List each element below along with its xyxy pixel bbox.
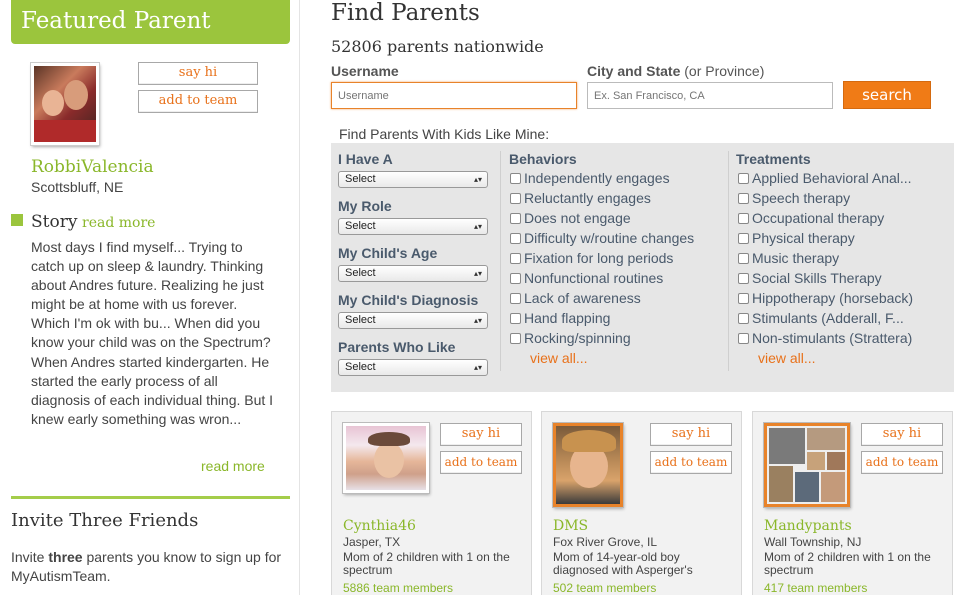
i-have-a-select[interactable]: Select ▴▾ — [338, 171, 488, 188]
story-read-more-bottom-link[interactable]: read more — [201, 458, 265, 474]
treatments-view-all-link[interactable]: view all... — [758, 350, 816, 366]
add-to-team-button[interactable]: add to team — [650, 451, 732, 474]
treatment-checkbox[interactable]: Hippotherapy (horseback) — [738, 290, 913, 306]
behavior-checkbox[interactable]: Difficulty w/routine changes — [510, 230, 694, 246]
filter-title: Find Parents With Kids Like Mine: — [339, 126, 550, 142]
treatment-checkbox[interactable]: Music therapy — [738, 250, 839, 266]
parent-location: Wall Township, NJ — [764, 535, 862, 549]
story-read-more-link[interactable]: read more — [82, 215, 155, 231]
select-arrows-icon: ▴▾ — [473, 363, 482, 372]
featured-parent-location: Scottsbluff, NE — [31, 179, 124, 195]
featured-parent-avatar[interactable] — [31, 63, 99, 145]
treatment-checkbox[interactable]: Stimulants (Adderall, F... — [738, 310, 904, 326]
parent-description: Mom of 2 children with 1 on the spectrum — [343, 550, 510, 577]
page-title: Find Parents — [331, 0, 480, 26]
childs-age-select[interactable]: Select ▴▾ — [338, 265, 488, 282]
say-hi-button[interactable]: say hi — [650, 423, 732, 446]
username-label: Username — [331, 63, 399, 79]
treatment-checkbox[interactable]: Social Skills Therapy — [738, 270, 882, 286]
city-state-input[interactable] — [587, 82, 833, 109]
parent-description: Mom of 14-year-old boy diagnosed with As… — [553, 550, 693, 577]
behavior-checkbox[interactable]: Hand flapping — [510, 310, 610, 326]
behavior-checkbox[interactable]: Independently engages — [510, 170, 670, 186]
behavior-checkbox[interactable]: Rocking/spinning — [510, 330, 631, 346]
username-input[interactable] — [331, 82, 577, 109]
story-bullet-icon — [11, 214, 23, 226]
team-members-count[interactable]: 5886 team members — [343, 581, 453, 595]
parent-avatar[interactable] — [343, 423, 429, 493]
parent-name-link[interactable]: DMS — [553, 518, 588, 534]
my-role-select[interactable]: Select ▴▾ — [338, 218, 488, 235]
invite-title: Invite Three Friends — [11, 510, 199, 531]
treatment-checkbox[interactable]: Non-stimulants (Strattera) — [738, 330, 912, 346]
invite-text: Invite three parents you know to sign up… — [11, 549, 282, 584]
parent-name-link[interactable]: Cynthia46 — [343, 518, 416, 534]
treatment-checkbox[interactable]: Occupational therapy — [738, 210, 884, 226]
select-arrows-icon: ▴▾ — [473, 316, 482, 325]
left-sidebar: Featured Parent say hi add to team Robbi… — [0, 0, 300, 595]
featured-add-to-team-button[interactable]: add to team — [138, 90, 258, 113]
parent-card: say hi add to team Cynthia46 Jasper, TX … — [331, 411, 532, 595]
say-hi-button[interactable]: say hi — [861, 423, 943, 446]
treatment-checkbox[interactable]: Speech therapy — [738, 190, 850, 206]
parent-location: Jasper, TX — [343, 535, 401, 549]
treatment-checkbox[interactable]: Physical therapy — [738, 230, 855, 246]
parents-who-like-select[interactable]: Select ▴▾ — [338, 359, 488, 376]
treatment-checkbox[interactable]: Applied Behavioral Anal... — [738, 170, 912, 186]
filter-label-childs-diagnosis: My Child's Diagnosis — [338, 292, 479, 308]
behavior-checkbox[interactable]: Reluctantly engages — [510, 190, 651, 206]
say-hi-button[interactable]: say hi — [440, 423, 522, 446]
story-title: Story — [31, 212, 78, 232]
team-members-count[interactable]: 502 team members — [553, 581, 656, 595]
filter-label-my-role: My Role — [338, 198, 392, 214]
story-text: Most days I find myself... Trying to cat… — [31, 239, 274, 427]
select-arrows-icon: ▴▾ — [473, 175, 482, 184]
parent-card: say hi add to team DMS Fox River Grove, … — [541, 411, 742, 595]
parents-count: 52806 parents nationwide — [331, 37, 544, 56]
behaviors-heading: Behaviors — [509, 151, 577, 167]
parent-avatar[interactable] — [553, 423, 623, 507]
behavior-checkbox[interactable]: Fixation for long periods — [510, 250, 673, 266]
select-arrows-icon: ▴▾ — [473, 269, 482, 278]
parent-description: Mom of 2 children with 1 on the spectrum — [764, 550, 931, 577]
parent-avatar[interactable] — [764, 423, 850, 507]
featured-parent-header: Featured Parent — [11, 0, 290, 44]
add-to-team-button[interactable]: add to team — [440, 451, 522, 474]
search-button[interactable]: search — [843, 81, 931, 109]
parent-card: say hi add to team Mandypants Wall Towns… — [752, 411, 953, 595]
treatments-heading: Treatments — [736, 151, 811, 167]
filter-label-childs-age: My Child's Age — [338, 245, 438, 261]
parent-location: Fox River Grove, IL — [553, 535, 658, 549]
behavior-checkbox[interactable]: Does not engage — [510, 210, 631, 226]
section-divider — [11, 496, 290, 499]
parent-name-link[interactable]: Mandypants — [764, 518, 852, 534]
behavior-checkbox[interactable]: Lack of awareness — [510, 290, 641, 306]
city-label: City and State (or Province) — [587, 63, 765, 79]
filter-divider — [728, 151, 729, 371]
filter-label-i-have-a: I Have A — [338, 151, 393, 167]
select-arrows-icon: ▴▾ — [473, 222, 482, 231]
filter-divider — [500, 151, 501, 371]
behaviors-view-all-link[interactable]: view all... — [530, 350, 588, 366]
featured-parent-name-link[interactable]: RobbiValencia — [31, 157, 154, 177]
childs-diagnosis-select[interactable]: Select ▴▾ — [338, 312, 488, 329]
filter-label-parents-who-like: Parents Who Like — [338, 339, 456, 355]
featured-say-hi-button[interactable]: say hi — [138, 62, 258, 85]
team-members-count[interactable]: 417 team members — [764, 581, 867, 595]
behavior-checkbox[interactable]: Nonfunctional routines — [510, 270, 663, 286]
add-to-team-button[interactable]: add to team — [861, 451, 943, 474]
